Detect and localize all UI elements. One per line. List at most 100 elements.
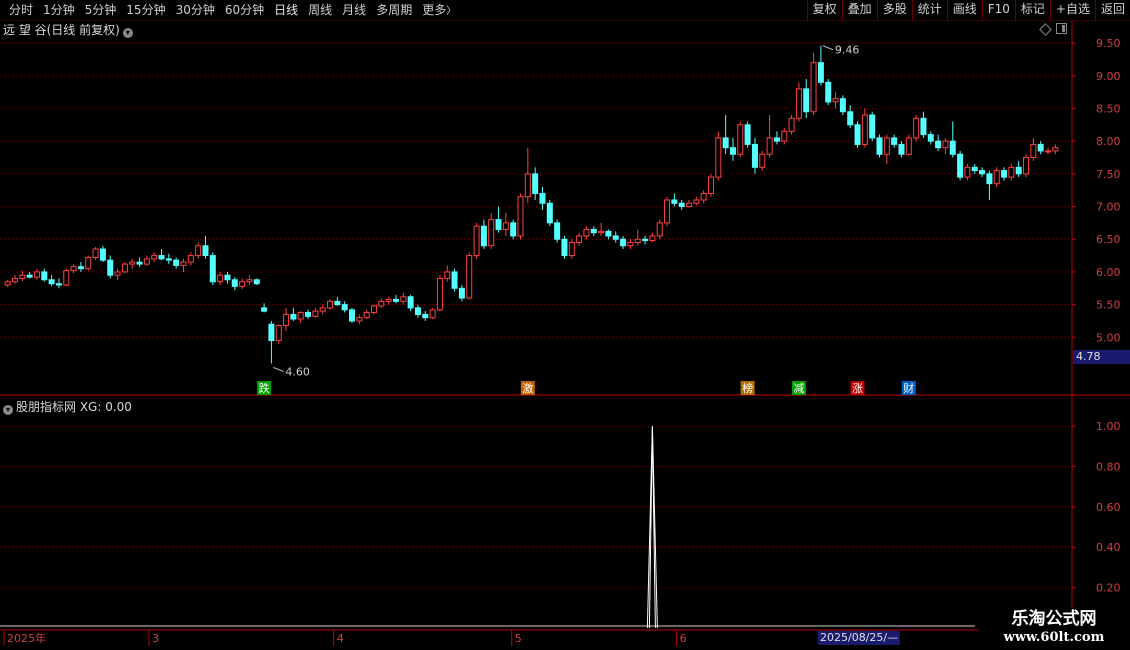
candle-body [590, 228, 597, 234]
candle-body [678, 202, 685, 208]
candle-body [949, 140, 956, 155]
candle [334, 296, 341, 306]
candle [598, 222, 605, 236]
candle [832, 92, 839, 109]
candle-body [664, 199, 671, 224]
candle-body [378, 300, 385, 307]
candle-body [935, 140, 942, 149]
candle [891, 134, 898, 148]
candle [55, 278, 62, 289]
candle-body [158, 255, 165, 260]
candle-body [986, 173, 993, 185]
candle [649, 232, 656, 243]
candle-body [239, 281, 246, 287]
candle [283, 307, 290, 331]
candle [202, 235, 209, 259]
candle-body [993, 170, 1000, 185]
price-tick-label: 5.00 [1096, 331, 1121, 344]
candle [957, 150, 964, 181]
candle-body [414, 307, 421, 315]
time-tick-label: 3 [152, 632, 159, 645]
candle [773, 131, 780, 145]
candle [546, 200, 553, 227]
candle [781, 128, 788, 145]
candle [473, 222, 480, 259]
candle-body [876, 137, 883, 155]
candle-body [693, 199, 700, 204]
kline-chart[interactable]: 9.50 9.00 8.50 8.00 7.50 7.00 6.50 6.00 5.50 5.00… [0, 0, 1130, 650]
candle-body [209, 255, 216, 283]
event-marker[interactable]: 激 [520, 381, 535, 395]
candle [33, 268, 40, 280]
chevron-down-icon[interactable]: ▾ [3, 405, 13, 415]
candle-body [275, 325, 282, 342]
candle [392, 294, 399, 304]
candle-body [202, 245, 209, 257]
candle [312, 307, 319, 318]
event-marker[interactable]: 涨 [850, 381, 865, 395]
candle [217, 271, 224, 285]
candle [480, 219, 487, 250]
candle [839, 95, 846, 115]
candle [971, 164, 978, 174]
candle [349, 307, 356, 323]
candle-body [41, 271, 48, 281]
candle [114, 268, 121, 280]
candle [568, 239, 575, 259]
candle [407, 294, 414, 312]
candle-body [341, 304, 348, 311]
candle-body [480, 225, 487, 247]
candle [510, 219, 517, 240]
candle-body [224, 274, 231, 281]
candle-body [114, 271, 121, 276]
candle [444, 265, 451, 282]
candle [129, 258, 136, 269]
candle [869, 111, 876, 142]
candle [949, 121, 956, 158]
candle-body [129, 261, 136, 265]
candle [964, 164, 971, 181]
watermark-line1: 乐淘公式网 [1011, 609, 1097, 629]
event-marker[interactable]: 榜 [740, 381, 755, 395]
candle [642, 235, 649, 245]
candle-body [385, 298, 392, 302]
candle [671, 193, 678, 207]
candle [825, 79, 832, 106]
candle [686, 200, 693, 208]
candle-body [400, 296, 407, 302]
candle-body [913, 117, 920, 139]
candle-body [612, 235, 619, 240]
price-tick-label: 6.50 [1096, 233, 1121, 246]
candle-body [261, 307, 268, 312]
candle-body [195, 245, 202, 257]
candle [722, 115, 729, 155]
candle-body [473, 225, 480, 257]
candle-body [327, 300, 334, 309]
candle-body [766, 137, 773, 155]
candle-body [634, 238, 641, 244]
candle-body [436, 277, 443, 311]
candle-body [861, 114, 868, 145]
candle-body [165, 258, 172, 261]
candle-body [1015, 166, 1022, 175]
candle-body [99, 248, 106, 261]
time-tick-label: 2025年 [7, 631, 46, 645]
event-marker[interactable]: 跌 [257, 381, 272, 395]
event-marker-label: 减 [793, 382, 804, 395]
candle-body [253, 279, 260, 285]
watermark-line2: www.60lt.com [1003, 630, 1105, 645]
candle-body [942, 140, 949, 149]
candle-body [297, 311, 304, 320]
candle-body [891, 137, 898, 145]
candle [634, 229, 641, 246]
indicator-title-text: 股朋指标网 XG: 0.00 [16, 400, 132, 414]
candle-body [598, 230, 605, 234]
candle [927, 131, 934, 145]
candle [195, 242, 202, 259]
candle [795, 82, 802, 122]
candle-body [458, 287, 465, 299]
event-marker[interactable]: 财 [901, 381, 916, 395]
indicator-title[interactable]: ▾ 股朋指标网 XG: 0.00 [3, 398, 132, 415]
event-marker[interactable]: 减 [791, 381, 806, 395]
candle-body [63, 270, 70, 286]
